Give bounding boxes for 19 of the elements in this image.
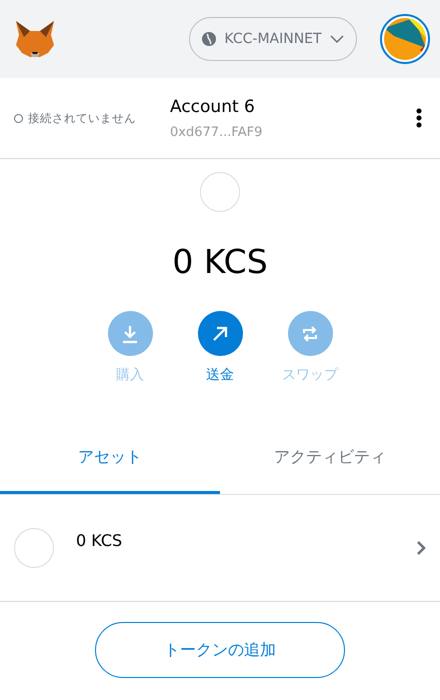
send-button[interactable]: 送金 [185,311,255,384]
connection-status: 接続されていません [28,110,136,126]
token-icon [200,172,240,212]
tab[interactable]: アクティビティ [220,424,440,494]
download-icon [120,324,140,344]
globe-icon [202,32,216,46]
network-selector[interactable]: KCC-MAINNET [189,17,357,61]
chevron-right-icon [416,540,426,556]
account-name: Account 6 [170,96,255,116]
chevron-down-icon [330,35,344,43]
swap-icon [300,324,320,344]
account-address: 0xd677...FAF9 [170,124,262,140]
account-details[interactable]: Account 6 0xd677...FAF9 [170,96,262,140]
token-icon [14,528,54,568]
add-token-button[interactable]: トークンの追加 [95,622,345,678]
account-avatar[interactable] [380,14,430,64]
balance: 0 KCS [172,242,268,281]
fox-logo-icon [14,19,56,59]
asset-amount: 0 KCS [76,531,122,550]
